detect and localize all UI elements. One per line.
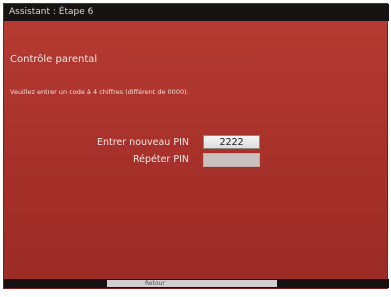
repeat-pin-input[interactable] bbox=[203, 153, 260, 167]
back-button[interactable]: Retour bbox=[107, 280, 277, 287]
screen: Assistant : Étape 6 Contrôle parental Ve… bbox=[0, 0, 391, 297]
window-title: Assistant : Étape 6 bbox=[9, 7, 94, 17]
title-bar: Assistant : Étape 6 bbox=[4, 4, 389, 21]
instruction-text: Veuillez entrer un code à 4 chiffres (di… bbox=[10, 88, 189, 96]
bottom-bar: Retour bbox=[4, 279, 389, 288]
new-pin-input[interactable]: 2222 bbox=[203, 135, 260, 149]
setup-wizard-window: Assistant : Étape 6 Contrôle parental Ve… bbox=[3, 3, 389, 289]
repeat-pin-label: Répéter PIN bbox=[132, 154, 189, 165]
back-button-label: Retour bbox=[145, 280, 165, 287]
new-pin-label: Entrer nouveau PIN bbox=[96, 137, 189, 148]
section-heading: Contrôle parental bbox=[10, 54, 98, 65]
